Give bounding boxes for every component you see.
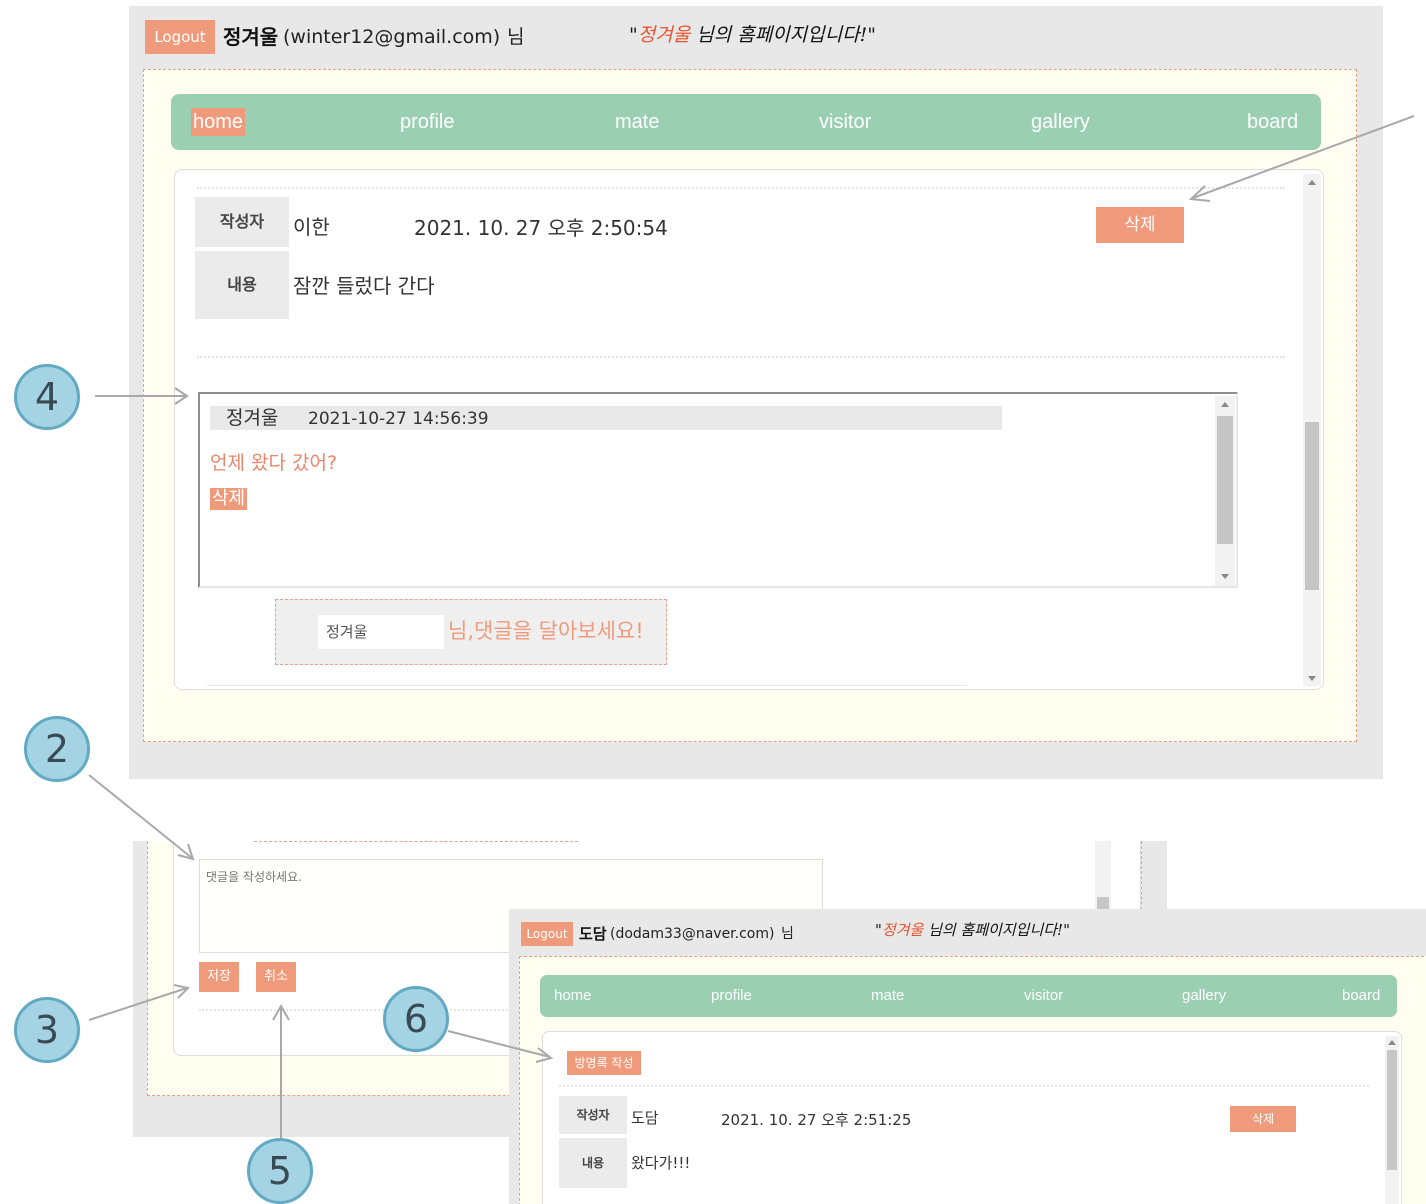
nav-mate[interactable]: mate: [615, 94, 659, 150]
nav-gallery[interactable]: gallery: [1031, 94, 1090, 150]
comment-date: 2021-10-27 14:56:39: [308, 409, 489, 429]
guestbook-content: 방명록 작성 작성자 도담 2021. 10. 27 오후 2:51:25 삭제…: [542, 1031, 1402, 1204]
nav-bar: home profile mate visitor gallery board: [540, 975, 1397, 1017]
nav-profile[interactable]: profile: [400, 94, 454, 150]
logout-button[interactable]: Logout: [521, 922, 573, 946]
greeting-quote: ": [629, 24, 638, 46]
main-homepage-screenshot: Logout 정겨울 (winter12@gmail.com) 님 "정겨울 님…: [129, 6, 1383, 779]
scroll-up-icon[interactable]: [1388, 1040, 1396, 1045]
content-label: 내용: [195, 251, 289, 319]
callout-6: 6: [383, 986, 449, 1052]
greeting-quote: ": [875, 921, 882, 939]
callout-5: 5: [247, 1138, 313, 1204]
post-date: 2021. 10. 27 오후 2:50:54: [414, 216, 668, 240]
user-email: (dodam33@naver.com): [610, 926, 775, 942]
nav-home[interactable]: home: [554, 975, 592, 1017]
comment-text: 언제 왔다 갔어?: [210, 452, 338, 474]
callout-3: 3: [14, 997, 80, 1063]
comment-list-box: 정겨울 2021-10-27 14:56:39 언제 왔다 갔어? 삭제: [198, 392, 1238, 588]
user-email: (winter12@gmail.com): [283, 26, 501, 48]
comment-header: 정겨울 2021-10-27 14:56:39: [210, 406, 1002, 430]
reply-author-field[interactable]: 정겨울: [318, 615, 444, 649]
reply-hint: 님,댓글을 달아보세요!: [448, 619, 644, 643]
callout-4: 4: [14, 364, 80, 430]
nav-board[interactable]: board: [1247, 94, 1298, 150]
scroll-down-icon[interactable]: [1221, 574, 1229, 579]
nav-mate[interactable]: mate: [871, 975, 904, 1017]
post-content: 잠깐 들렀다 간다: [293, 274, 435, 298]
user-suffix: 님: [507, 26, 525, 48]
divider: [207, 685, 967, 686]
post-author: 이한: [293, 215, 330, 239]
homepage-greeting: "정겨울 님의 홈페이지입니다!": [875, 917, 1070, 943]
nav-bar: home profile mate visitor gallery board: [171, 94, 1321, 150]
comment-delete-button[interactable]: 삭제: [210, 488, 248, 510]
author-label: 작성자: [195, 197, 289, 247]
other-user-screenshot: Logout 도담 (dodam33@naver.com) 님 "정겨울 님의 …: [509, 909, 1426, 1204]
content-scrollbar-thumb[interactable]: [1387, 1050, 1397, 1170]
greeting-owner-name: 정겨울: [881, 921, 924, 939]
homepage-greeting: "정겨울 님의 홈페이지입니다!": [629, 18, 876, 52]
nav-board[interactable]: board: [1342, 975, 1380, 1017]
author-label: 작성자: [559, 1096, 627, 1134]
logout-button[interactable]: Logout: [145, 20, 215, 54]
divider: [197, 187, 1285, 189]
scroll-up-icon[interactable]: [1308, 180, 1316, 185]
nav-gallery[interactable]: gallery: [1182, 975, 1226, 1017]
user-name: 정겨울: [223, 25, 279, 49]
save-button[interactable]: 저장: [199, 962, 239, 992]
user-name: 도담: [579, 925, 607, 943]
post-delete-button[interactable]: 삭제: [1230, 1106, 1296, 1132]
divider: [254, 841, 578, 842]
greeting-rest: 님의 홈페이지입니다!": [923, 921, 1070, 939]
callout-2: 2: [24, 716, 90, 782]
user-suffix: 님: [781, 926, 794, 942]
post-content: 왔다가!!!: [631, 1154, 691, 1172]
nav-visitor[interactable]: visitor: [819, 94, 871, 150]
comment-author: 정겨울: [226, 407, 279, 429]
greeting-owner-name: 정겨울: [637, 24, 691, 46]
guestbook-content: 작성자 이한 2021. 10. 27 오후 2:50:54 삭제 내용 잠깐 …: [174, 169, 1324, 690]
greeting-rest: 님의 홈페이지입니다!": [690, 24, 876, 46]
nav-profile[interactable]: profile: [711, 975, 752, 1017]
comment-scrollbar-thumb[interactable]: [1217, 416, 1233, 544]
content-label: 내용: [559, 1138, 627, 1188]
nav-visitor[interactable]: visitor: [1024, 975, 1063, 1017]
cancel-button[interactable]: 취소: [256, 962, 296, 992]
post-delete-button[interactable]: 삭제: [1096, 207, 1184, 243]
reply-area: 정겨울 님,댓글을 달아보세요!: [275, 599, 667, 665]
divider: [197, 356, 1285, 358]
post-author: 도담: [631, 1109, 659, 1127]
scroll-down-icon[interactable]: [1308, 676, 1316, 681]
content-scrollbar-thumb[interactable]: [1305, 422, 1319, 590]
write-guestbook-button[interactable]: 방명록 작성: [567, 1051, 641, 1075]
nav-home[interactable]: home: [191, 108, 246, 136]
divider: [559, 1085, 1369, 1087]
post-date: 2021. 10. 27 오후 2:51:25: [721, 1111, 912, 1129]
scroll-up-icon[interactable]: [1221, 402, 1229, 407]
